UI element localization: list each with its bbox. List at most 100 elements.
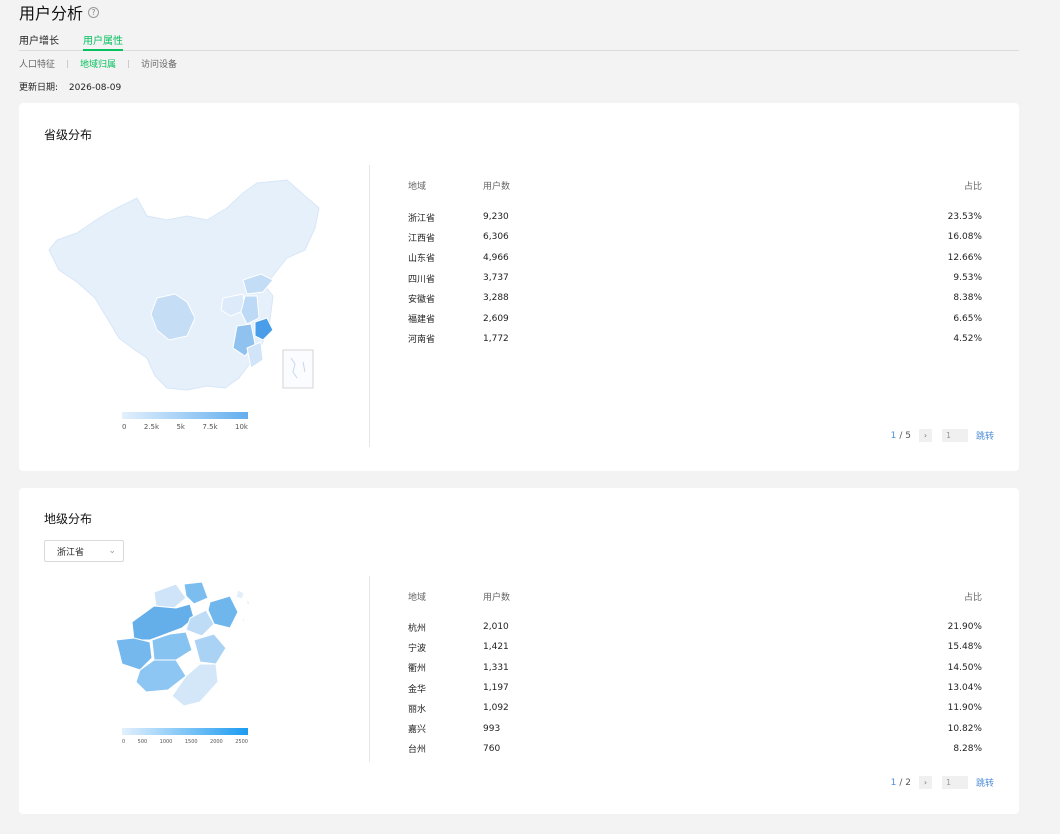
cell-users: 4,966 — [483, 252, 509, 263]
col-users[interactable]: 用户数 — [483, 179, 583, 199]
cell-region: 浙江省 — [408, 213, 436, 224]
subtab-region[interactable]: 地域归属 — [80, 57, 116, 70]
cell-pct: 15.48% — [947, 642, 982, 653]
cell-region: 金华 — [408, 684, 427, 695]
map-region-huzhou — [153, 583, 187, 609]
chevron-down-icon: ⌄ — [108, 546, 116, 556]
card-divider — [369, 165, 370, 447]
pager-next-button[interactable]: › — [918, 429, 932, 442]
legend-tick: 0 — [122, 739, 126, 745]
table-row: 金华 1,197 13.04% — [408, 678, 982, 698]
city-card: 地级分布 浙江省 ⌄ 0 500 1000 1500 2000 2500 地域 — [19, 488, 1019, 814]
cell-users: 3,737 — [483, 273, 509, 284]
update-date-row: 更新日期: 2026-08-09 — [19, 80, 121, 93]
subtab-device[interactable]: 访问设备 — [141, 57, 177, 70]
cell-pct: 23.53% — [947, 212, 982, 223]
cell-pct: 16.08% — [947, 232, 982, 243]
pager-jump-button[interactable]: 跳转 — [976, 429, 994, 442]
cell-pct: 9.53% — [953, 273, 982, 284]
update-label: 更新日期: — [19, 83, 59, 93]
table-row: 浙江省 9,230 23.53% — [408, 207, 982, 227]
cell-region: 福建省 — [408, 315, 436, 326]
pager-current: 1 — [890, 430, 897, 441]
legend-tick: 1000 — [159, 739, 173, 745]
cell-region: 台州 — [408, 745, 427, 756]
cell-users: 9,230 — [483, 212, 509, 223]
cell-region: 山东省 — [408, 254, 436, 265]
page-title-text: 用户分析 — [19, 4, 84, 23]
pager-page-input[interactable]: 1 — [941, 776, 968, 789]
table-row: 山东省 4,966 12.66% — [408, 248, 982, 268]
cell-pct: 8.38% — [953, 293, 982, 304]
col-region[interactable]: 地域 — [408, 179, 483, 199]
cell-region: 安徽省 — [408, 294, 436, 305]
legend-tick: 0 — [122, 423, 127, 431]
city-legend: 0 500 1000 1500 2000 2500 — [122, 728, 248, 745]
china-map[interactable] — [47, 178, 322, 393]
cell-users: 1,331 — [483, 662, 509, 673]
legend-tick: 2.5k — [143, 423, 160, 431]
table-row: 衢州 1,331 14.50% — [408, 658, 982, 678]
table-row: 台州 760 8.28% — [408, 739, 982, 759]
card-divider — [369, 576, 370, 762]
legend-ticks: 0 500 1000 1500 2000 2500 — [122, 739, 248, 745]
cell-region: 丽水 — [408, 704, 427, 715]
province-select-value: 浙江省 — [57, 547, 85, 558]
city-title: 地级分布 — [44, 512, 93, 526]
cell-pct: 12.66% — [947, 252, 982, 263]
cell-pct: 21.90% — [947, 622, 982, 633]
province-title: 省级分布 — [44, 128, 93, 142]
col-pct[interactable]: 占比 — [583, 179, 982, 199]
table-row: 杭州 2,010 21.90% — [408, 617, 982, 637]
south-sea-inset — [282, 349, 314, 389]
cell-region: 江西省 — [408, 233, 436, 244]
cell-users: 1,421 — [483, 642, 509, 653]
legend-ticks: 0 2.5k 5k 7.5k 10k — [122, 423, 248, 431]
cell-pct: 13.04% — [947, 683, 982, 694]
cell-pct: 6.65% — [953, 313, 982, 324]
cell-users: 993 — [483, 723, 501, 734]
province-table: 地域 用户数 占比 浙江省 9,230 23.53% 江西省 6,306 16.… — [408, 179, 982, 349]
legend-tick: 2000 — [210, 739, 223, 745]
col-pct[interactable]: 占比 — [583, 590, 982, 610]
cell-pct: 10.82% — [947, 723, 982, 734]
pager-total: / 5 — [899, 430, 911, 441]
province-select[interactable]: 浙江省 ⌄ — [44, 540, 124, 562]
map-region-taizhou — [193, 633, 227, 665]
cell-pct: 14.50% — [947, 662, 982, 673]
page-title: 用户分析 ? — [19, 0, 100, 24]
province-card: 省级分布 0 2.5k 5k 7.5k 10k 地域 用户数 占比 浙江省 9,… — [19, 103, 1019, 471]
cell-users: 1,197 — [483, 683, 509, 694]
cell-users: 2,010 — [483, 622, 509, 633]
legend-tick: 10k — [234, 423, 248, 431]
legend-tick: 1500 — [184, 739, 198, 745]
table-row: 嘉兴 993 10.82% — [408, 718, 982, 738]
legend-gradient — [122, 728, 248, 735]
map-region-jiaxing — [183, 581, 209, 605]
cell-users: 760 — [483, 743, 501, 754]
table-row: 河南省 1,772 4.52% — [408, 329, 982, 349]
help-icon[interactable]: ? — [88, 6, 100, 18]
pager-page-input[interactable]: 1 — [941, 429, 968, 442]
cell-pct: 4.52% — [953, 333, 982, 344]
subtab-demographics[interactable]: 人口特征 — [19, 57, 55, 70]
col-users[interactable]: 用户数 — [483, 590, 583, 610]
province-pager: 1 / 5 › 1 跳转 — [891, 429, 994, 442]
table-row: 宁波 1,421 15.48% — [408, 637, 982, 657]
col-region[interactable]: 地域 — [408, 590, 483, 610]
map-region-mainland — [48, 179, 320, 391]
cell-region: 杭州 — [408, 623, 427, 634]
tab-user-attributes[interactable]: 用户属性 — [83, 32, 123, 51]
table-row: 江西省 6,306 16.08% — [408, 227, 982, 247]
city-pager: 1 / 2 › 1 跳转 — [891, 776, 994, 789]
tab-user-growth[interactable]: 用户增长 — [19, 32, 59, 51]
sub-tabs: 人口特征 地域归属 访问设备 — [19, 57, 177, 70]
pager-jump-button[interactable]: 跳转 — [976, 776, 994, 789]
legend-tick: 500 — [137, 739, 148, 745]
pager-total: / 2 — [899, 777, 911, 788]
zhejiang-map[interactable] — [114, 578, 259, 718]
pager-next-button[interactable]: › — [918, 776, 932, 789]
table-header: 地域 用户数 占比 — [408, 179, 982, 199]
table-row: 丽水 1,092 11.90% — [408, 698, 982, 718]
subtab-divider — [67, 59, 69, 68]
